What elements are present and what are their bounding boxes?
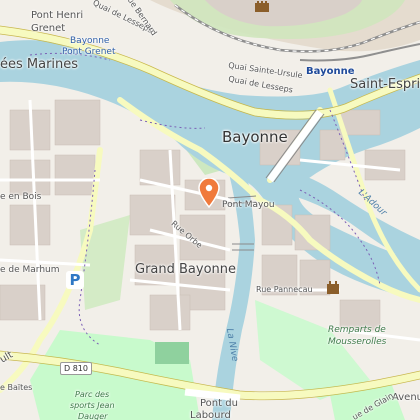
park-label-parc-sports-3: Dauger bbox=[78, 412, 108, 420]
castle-icon[interactable] bbox=[254, 0, 270, 12]
park-label-remparts-1: Remparts de bbox=[328, 325, 386, 335]
street-label-pont-labourd-2: Labourd bbox=[190, 410, 231, 420]
street-label-pont-mayou: Pont Mayou bbox=[222, 200, 275, 210]
map-canvas[interactable]: Bayonne Grand Bayonne Saint-Espri ées Ma… bbox=[0, 0, 420, 420]
label-pont-henri-grenet-1: Pont Henri bbox=[31, 10, 84, 21]
city-label-bayonne: Bayonne bbox=[222, 128, 288, 146]
street-label-marhum: e de Marhum bbox=[0, 265, 60, 275]
park-label-parc-sports-1: Parc des bbox=[75, 390, 110, 399]
map-pin-icon[interactable] bbox=[198, 178, 220, 208]
street-label-rue-pannecau: Rue Pannecau bbox=[256, 285, 313, 294]
road-shield-d810: D 810 bbox=[60, 362, 92, 375]
park-label-parc-sports-2: sports Jean bbox=[70, 401, 115, 410]
castle-icon-remparts[interactable] bbox=[326, 280, 340, 294]
station-label-bayonne: Bayonne bbox=[306, 66, 355, 77]
district-label-grand-bayonne: Grand Bayonne bbox=[135, 262, 237, 277]
parking-label: P bbox=[69, 271, 81, 289]
station-label-pont-grenet-2: Pont Grenet bbox=[62, 47, 116, 57]
parking-icon[interactable]: P bbox=[66, 271, 84, 289]
label-pont-henri-grenet-2: Grenet bbox=[31, 23, 66, 34]
station-label-pont-grenet-1: Bayonne bbox=[70, 36, 110, 46]
street-label-baites: e Baïtes bbox=[0, 383, 33, 392]
street-label-pont-labourd-1: Pont du bbox=[200, 398, 238, 409]
street-label-en-bois: e en Bois bbox=[0, 192, 42, 202]
street-label-avenue: Avenu bbox=[392, 392, 420, 403]
park-label-remparts-2: Mousserolles bbox=[328, 337, 387, 347]
district-label-saint-esprit: Saint-Espri bbox=[350, 77, 420, 92]
district-label-allees-marines: ées Marines bbox=[0, 57, 79, 72]
